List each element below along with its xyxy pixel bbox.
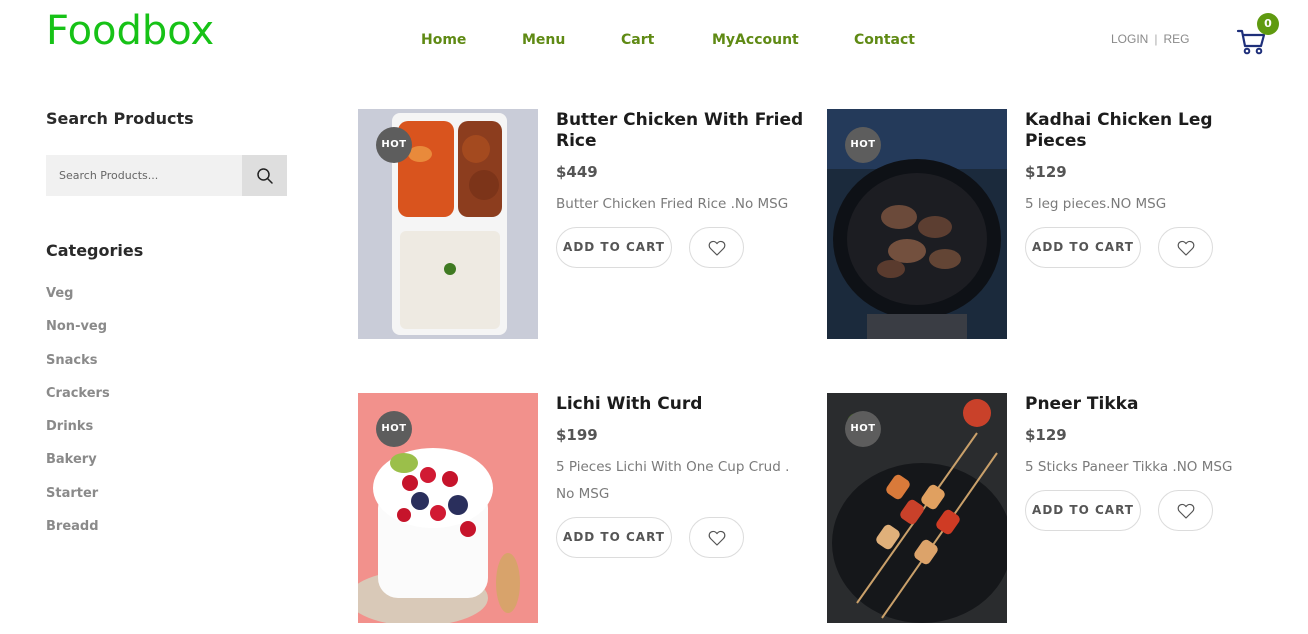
search-products-title: Search Products [46,109,194,128]
wishlist-button[interactable] [689,517,744,558]
category-crackers[interactable]: Crackers [46,386,110,419]
product-title[interactable]: Lichi With Curd [556,393,806,415]
wishlist-button[interactable] [1158,227,1213,268]
product-info: Butter Chicken With Fried Rice $449 Butt… [556,109,806,269]
product-image[interactable]: HOT [358,109,538,339]
product-actions: ADD TO CART [1025,490,1275,532]
category-breadd[interactable]: Breadd [46,519,110,552]
category-starter[interactable]: Starter [46,486,110,519]
heart-icon [1177,240,1194,256]
nav-menu[interactable]: Menu [522,32,565,48]
hot-badge: HOT [376,127,412,163]
heart-icon [708,530,725,546]
nav-myaccount[interactable]: MyAccount [712,32,799,48]
product-info: Kadhai Chicken Leg Pieces $129 5 leg pie… [1025,109,1275,269]
login-link[interactable]: LOGIN [1111,32,1148,46]
product-price: $199 [556,426,598,444]
search-box [46,155,287,196]
category-non-veg[interactable]: Non-veg [46,319,110,352]
wishlist-button[interactable] [1158,490,1213,531]
search-icon [256,167,273,184]
product-actions: ADD TO CART [556,227,806,269]
category-veg[interactable]: Veg [46,286,110,319]
product-info: Pneer Tikka $129 5 Sticks Paneer Tikka .… [1025,393,1275,532]
product-price: $449 [556,163,598,181]
product-description: 5 leg pieces.NO MSG [1025,196,1167,212]
nav-contact[interactable]: Contact [854,32,915,48]
category-snacks[interactable]: Snacks [46,353,110,386]
product-actions: ADD TO CART [556,517,806,559]
add-to-cart-button[interactable]: ADD TO CART [1025,227,1141,268]
product-image[interactable]: HOT [827,109,1007,339]
product-price: $129 [1025,163,1067,181]
hot-badge: HOT [376,411,412,447]
wishlist-button[interactable] [689,227,744,268]
hot-badge: HOT [845,127,881,163]
search-button[interactable] [242,155,287,196]
search-input[interactable] [46,155,242,196]
add-to-cart-button[interactable]: ADD TO CART [1025,490,1141,531]
product-description: Butter Chicken Fried Rice .No MSG [556,196,789,212]
auth-links: LOGIN | REG [1111,32,1189,46]
product-title[interactable]: Kadhai Chicken Leg Pieces [1025,109,1275,152]
product-title[interactable]: Pneer Tikka [1025,393,1275,415]
heart-icon [708,240,725,256]
product-card: HOT Butter Chicken With Fried Rice $449 … [358,109,818,349]
add-to-cart-button[interactable]: ADD TO CART [556,517,672,558]
product-card: HOT Lichi With Curd $199 5 Pieces Lichi … [358,393,818,633]
product-card: HOT Pneer Tikka $129 5 Sticks Paneer Tik… [827,393,1287,633]
product-description: 5 Sticks Paneer Tikka .NO MSG [1025,459,1233,475]
product-image[interactable]: HOT [358,393,538,623]
product-actions: ADD TO CART [1025,227,1275,269]
categories-title: Categories [46,241,144,260]
category-list: Veg Non-veg Snacks Crackers Drinks Baker… [46,286,110,552]
heart-icon [1177,503,1194,519]
product-info: Lichi With Curd $199 5 Pieces Lichi With… [556,393,806,559]
nav-home[interactable]: Home [421,32,466,48]
add-to-cart-button[interactable]: ADD TO CART [556,227,672,268]
product-title[interactable]: Butter Chicken With Fried Rice [556,109,806,152]
product-price: $129 [1025,426,1067,444]
site-logo[interactable]: Foodbox [46,8,214,54]
auth-separator: | [1154,32,1158,46]
category-bakery[interactable]: Bakery [46,452,110,485]
hot-badge: HOT [845,411,881,447]
product-card: HOT Kadhai Chicken Leg Pieces $129 5 leg… [827,109,1287,349]
nav-cart[interactable]: Cart [621,32,654,48]
product-image[interactable]: HOT [827,393,1007,623]
register-link[interactable]: REG [1163,32,1189,46]
cart-count-badge: 0 [1257,13,1279,35]
category-drinks[interactable]: Drinks [46,419,110,452]
product-description: 5 Pieces Lichi With One Cup Crud . No MS… [556,459,790,502]
